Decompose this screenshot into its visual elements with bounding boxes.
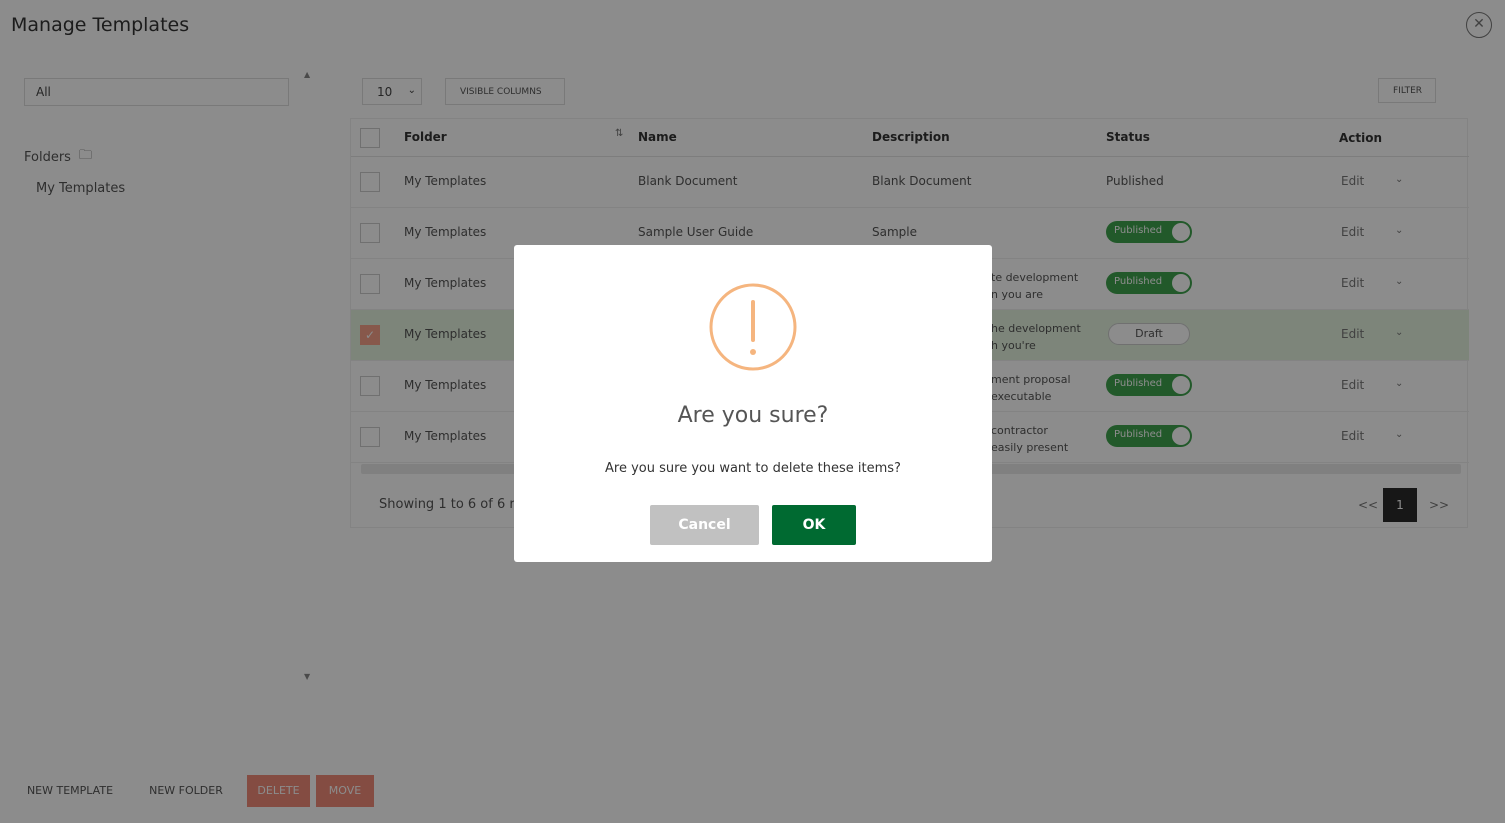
- warning-icon: [709, 283, 797, 371]
- cancel-button[interactable]: Cancel: [650, 505, 759, 545]
- confirm-dialog: Are you sure? Are you sure you want to d…: [514, 245, 992, 562]
- dialog-message: Are you sure you want to delete these it…: [605, 461, 901, 476]
- ok-button[interactable]: OK: [772, 505, 856, 545]
- dialog-title: Are you sure?: [677, 403, 829, 428]
